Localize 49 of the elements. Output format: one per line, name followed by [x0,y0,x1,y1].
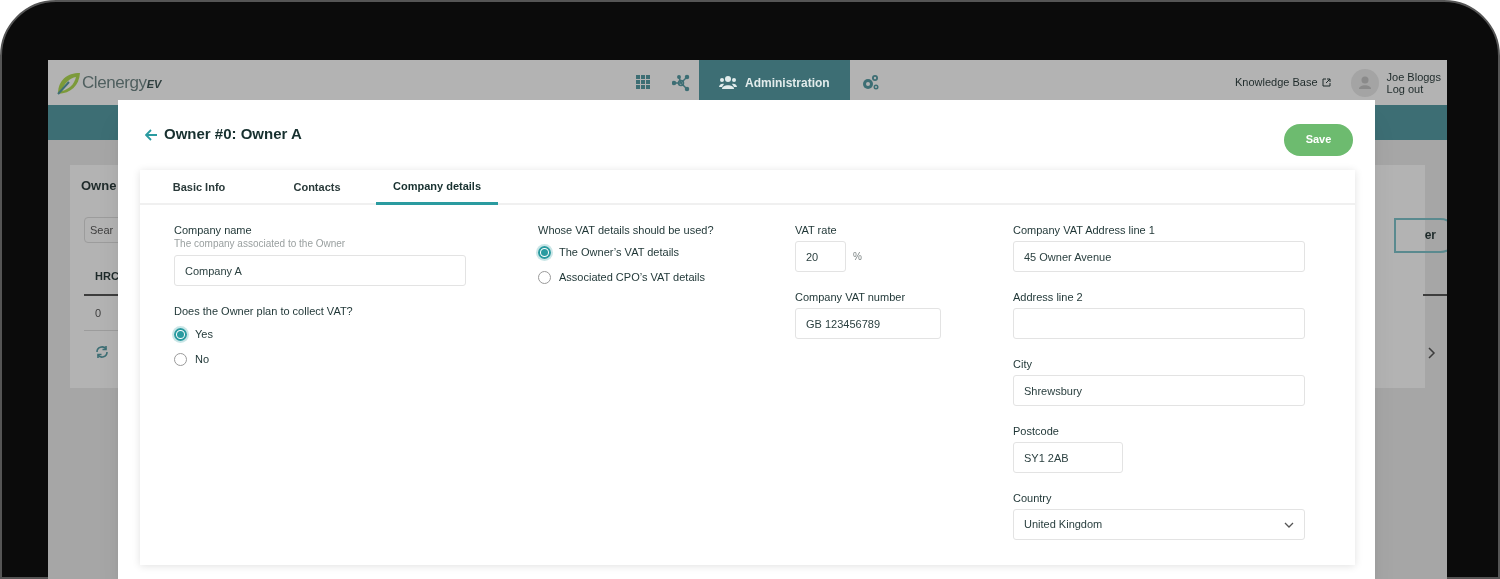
table-cell-text: 0 [95,306,102,321]
input-field[interactable]: GB 123456789 [795,308,941,339]
select-field[interactable]: United Kingdom [1013,509,1305,540]
logo-text: Clenergy [82,71,147,94]
input-field[interactable]: 45 Owner Avenue [1013,241,1305,272]
user-name: Joe Bloggs [1386,70,1441,83]
field-label: Whose VAT details should be used? [538,223,715,237]
tab[interactable]: Company details [376,170,498,205]
field-label: Does the Owner plan to collect VAT? [174,304,354,318]
field-label: Company VAT Address line 1 [1013,223,1156,237]
input-field[interactable]: Shrewsbury [1013,375,1305,406]
radio-label: Yes [195,327,213,343]
field-label: VAT rate [795,223,838,237]
field-label: City [1013,357,1033,371]
input-field[interactable] [1013,308,1305,339]
unit-label: % [853,250,862,264]
input-field[interactable]: 20 [795,241,846,272]
radio-label: No [195,352,210,368]
gears-icon [860,73,879,92]
chevron-right-icon [1428,347,1436,359]
field-label: Company name [174,223,253,237]
modal-title: Owner #0: Owner A [164,124,302,145]
external-link-icon [1321,78,1331,87]
input-field[interactable]: Company A [174,255,466,286]
column-header: HRC [95,269,119,284]
refresh-icon [95,345,109,359]
radio-button[interactable] [538,246,551,259]
help-link[interactable]: Knowledge Base [1235,74,1331,91]
card-title: Owne [81,177,117,195]
radio-label: The Owner’s VAT details [559,245,680,261]
logo-suffix: EV [146,78,162,93]
tab[interactable]: Contacts [258,170,376,205]
field-label: Address line 2 [1013,290,1084,304]
field-label: Country [1013,491,1053,505]
avatar-icon [1350,68,1379,97]
network-icon [671,73,690,92]
apps-grid-icon [634,73,653,92]
tab[interactable]: Basic Info [140,170,258,205]
background-button[interactable]: er [1394,218,1447,253]
back-arrow-icon[interactable] [145,128,158,141]
field-label: Company VAT number [795,290,907,304]
logout-link[interactable]: Log out [1386,82,1441,95]
field-hint: The company associated to the Owner [174,237,347,251]
chevron-down-icon [1284,521,1294,528]
radio-button[interactable] [174,328,187,341]
field-label: Postcode [1013,424,1060,438]
input-field[interactable]: SY1 2AB [1013,442,1123,473]
users-icon [719,73,737,92]
radio-label: Associated CPO’s VAT details [559,270,705,286]
